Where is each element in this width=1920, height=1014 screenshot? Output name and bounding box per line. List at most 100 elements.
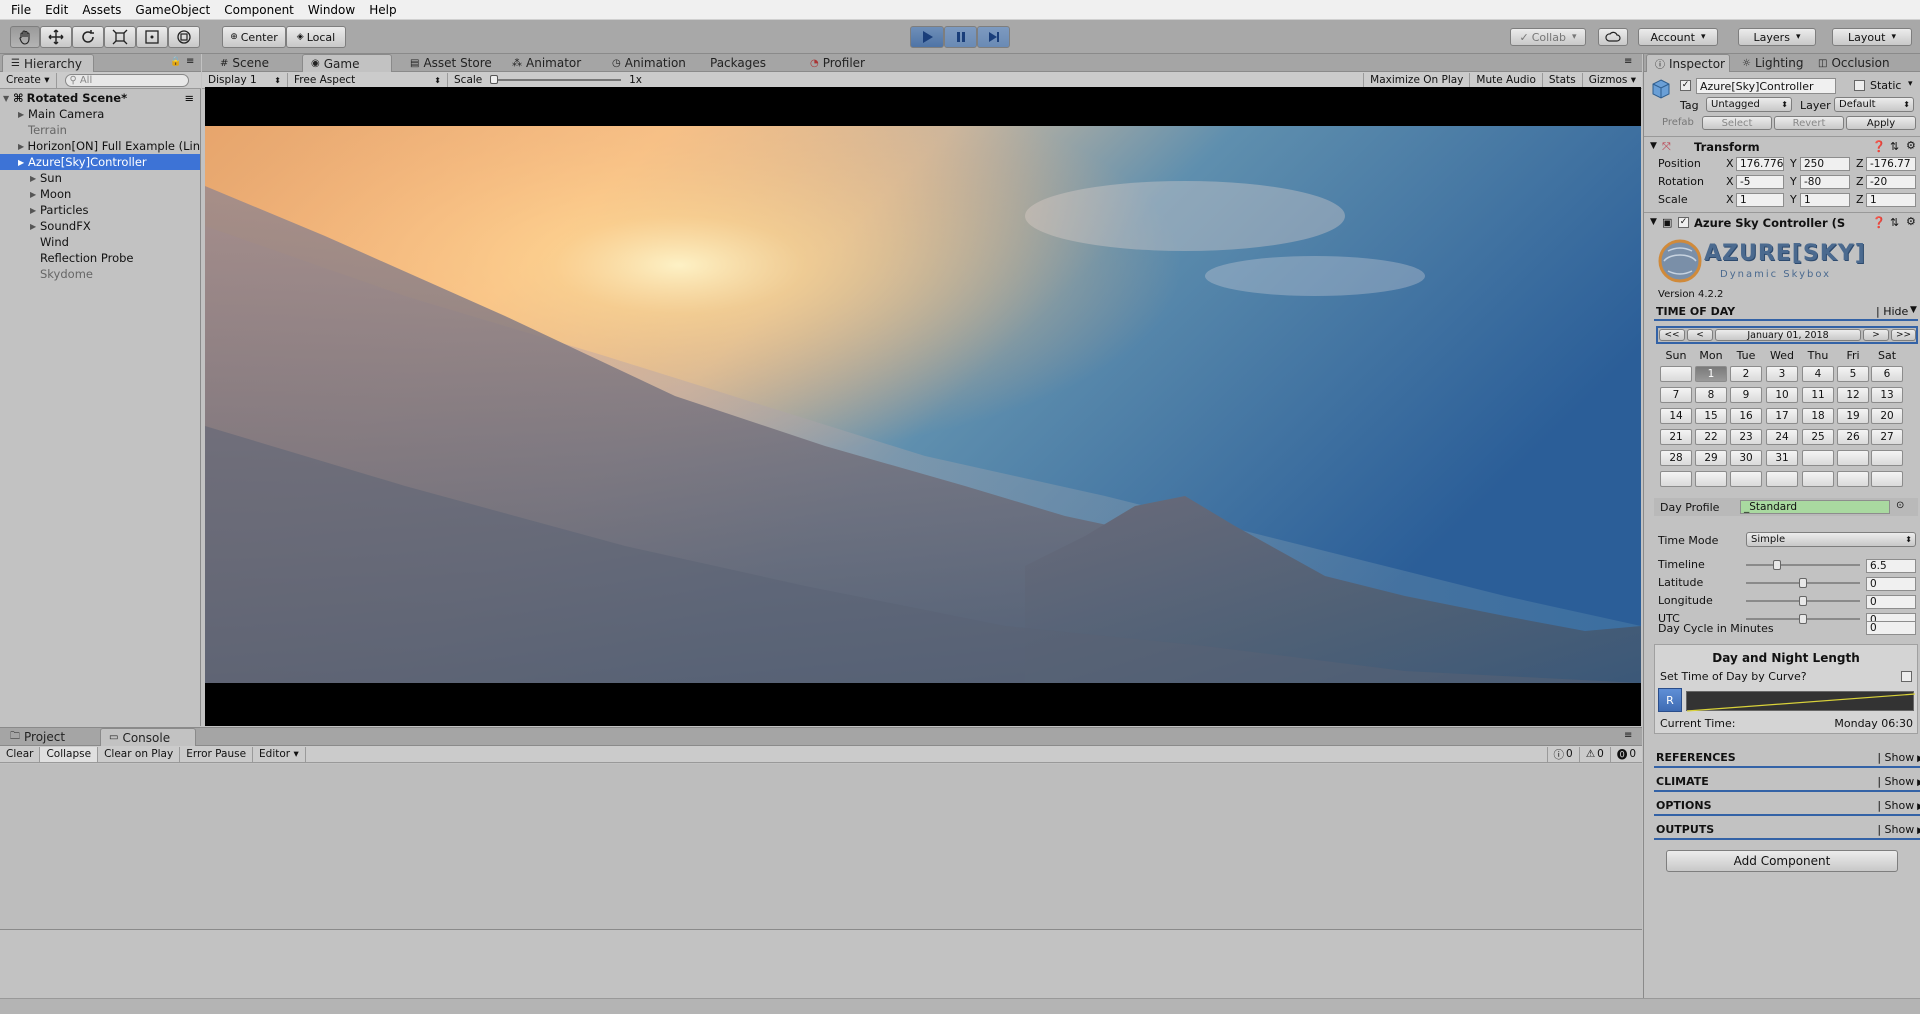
hierarchy-search-input[interactable]: ⚲ All xyxy=(64,73,189,87)
slider-knob[interactable] xyxy=(1772,560,1781,570)
calendar-day-button[interactable]: 29 xyxy=(1695,450,1727,466)
calendar-day-button[interactable] xyxy=(1837,450,1869,466)
calendar-day-button[interactable]: 6 xyxy=(1871,366,1903,382)
pivot-local-button[interactable]: ◈ Local xyxy=(286,26,346,48)
section-header-climate[interactable]: CLIMATE | Show ▶ xyxy=(1654,772,1920,792)
account-dropdown[interactable]: Account xyxy=(1638,28,1718,46)
active-checkbox[interactable]: ✓ xyxy=(1680,80,1691,91)
scale-y-field[interactable]: 1 xyxy=(1800,193,1850,207)
layer-dropdown[interactable]: Default ⬍ xyxy=(1834,97,1914,112)
hierarchy-item[interactable]: ▶ Moon xyxy=(0,186,200,202)
calendar-day-button[interactable]: 25 xyxy=(1802,429,1834,445)
tab-project[interactable]: 🗀 Project xyxy=(2,728,98,746)
section-header-options[interactable]: OPTIONS | Show ▶ xyxy=(1654,796,1920,816)
hierarchy-item[interactable]: ▶ Sun xyxy=(0,170,200,186)
expand-arrow-icon[interactable]: ▼ xyxy=(3,94,13,103)
calendar-day-button[interactable]: 2 xyxy=(1730,366,1762,382)
menu-assets[interactable]: Assets xyxy=(75,3,128,17)
curve-checkbox[interactable] xyxy=(1901,671,1912,682)
tab-packages[interactable]: Packages xyxy=(702,54,774,72)
calendar-day-button[interactable]: 23 xyxy=(1730,429,1762,445)
slider-value-field[interactable]: 6.5 xyxy=(1866,559,1916,573)
console-panel-menu-icon[interactable]: ≡ xyxy=(1624,730,1632,741)
preset-icon[interactable]: ⇅ xyxy=(1890,216,1899,229)
calendar-day-button[interactable]: 7 xyxy=(1660,387,1692,403)
help-icon[interactable]: ❓ xyxy=(1872,140,1886,153)
component-enabled-checkbox[interactable]: ✓ xyxy=(1678,217,1689,228)
calendar-day-button[interactable]: 12 xyxy=(1837,387,1869,403)
slider-value-field[interactable]: 0 xyxy=(1866,595,1916,609)
calendar-day-button[interactable]: 18 xyxy=(1802,408,1834,424)
scale-slider[interactable] xyxy=(490,75,622,84)
editor-dropdown[interactable]: Editor ▾ xyxy=(253,746,306,762)
calendar-day-button[interactable] xyxy=(1802,450,1834,466)
step-button[interactable] xyxy=(977,26,1010,48)
prefab-select-button[interactable]: Select xyxy=(1702,116,1772,130)
calendar-day-button[interactable] xyxy=(1660,366,1692,382)
display-dropdown[interactable]: Display 1 ⬍ xyxy=(202,72,288,88)
calendar-day-button[interactable]: 3 xyxy=(1766,366,1798,382)
calendar-day-button[interactable]: 4 xyxy=(1802,366,1834,382)
calendar-day-button[interactable]: 16 xyxy=(1730,408,1762,424)
section-header-outputs[interactable]: OUTPUTS | Show ▶ xyxy=(1654,820,1920,840)
rect-tool-button[interactable] xyxy=(136,26,168,48)
scene-row[interactable]: ▼ ⌘ Rotated Scene* ≡ xyxy=(0,90,200,106)
section-header-references[interactable]: REFERENCES | Show ▶ xyxy=(1654,748,1920,768)
tab-game[interactable]: ◉ Game xyxy=(302,54,392,72)
calendar-day-button[interactable] xyxy=(1802,471,1834,487)
calendar-day-button[interactable]: 21 xyxy=(1660,429,1692,445)
calendar-day-button[interactable] xyxy=(1766,471,1798,487)
expand-arrow-icon[interactable]: ▶ xyxy=(30,190,40,199)
tab-lighting[interactable]: ☼ Lighting xyxy=(1734,54,1811,72)
console-detail-area[interactable] xyxy=(0,930,1642,998)
time-mode-dropdown[interactable]: Simple ⬍ xyxy=(1746,532,1916,547)
warning-filter-toggle[interactable]: ⚠ 0 xyxy=(1580,746,1611,762)
gear-icon[interactable]: ⚙ xyxy=(1906,139,1916,152)
calendar-day-button[interactable] xyxy=(1871,471,1903,487)
slider-knob[interactable] xyxy=(1799,614,1807,624)
hierarchy-item[interactable]: Reflection Probe xyxy=(0,250,200,266)
hierarchy-item[interactable]: ▶ Particles xyxy=(0,202,200,218)
calendar-day-button[interactable]: 1 xyxy=(1695,366,1727,382)
time-curve-field[interactable] xyxy=(1686,691,1916,712)
help-icon[interactable]: ❓ xyxy=(1872,216,1886,229)
position-z-field[interactable]: -176.77 xyxy=(1866,157,1916,171)
hierarchy-item[interactable]: ▶ Main Camera xyxy=(0,106,200,122)
collapse-toggle[interactable]: Collapse xyxy=(40,746,99,762)
calendar-day-button[interactable]: 14 xyxy=(1660,408,1692,424)
position-x-field[interactable]: 176.776 xyxy=(1736,157,1784,171)
tab-scene[interactable]: # Scene xyxy=(212,54,277,72)
static-checkbox[interactable] xyxy=(1854,80,1865,91)
menu-gameobject[interactable]: GameObject xyxy=(128,3,217,17)
object-name-field[interactable]: Azure[Sky]Controller xyxy=(1696,78,1836,94)
game-view[interactable] xyxy=(205,87,1641,726)
pause-button[interactable] xyxy=(944,26,977,48)
pivot-center-button[interactable]: ⊕ Center xyxy=(222,26,286,48)
scale-z-field[interactable]: 1 xyxy=(1866,193,1916,207)
stats-toggle[interactable]: Stats xyxy=(1543,72,1583,88)
panel-menu-icon[interactable]: ≡ xyxy=(186,56,194,67)
slider-track[interactable] xyxy=(1746,564,1860,566)
prefab-apply-button[interactable]: Apply xyxy=(1846,116,1916,130)
info-filter-toggle[interactable]: ⓘ 0 xyxy=(1546,746,1580,762)
expand-arrow-icon[interactable]: ▶ xyxy=(18,110,28,119)
menu-component[interactable]: Component xyxy=(217,3,301,17)
prefab-revert-button[interactable]: Revert xyxy=(1774,116,1844,130)
calendar-day-button[interactable] xyxy=(1730,471,1762,487)
center-panel-menu-icon[interactable]: ≡ xyxy=(1624,56,1632,67)
slider-value-field[interactable]: 0 xyxy=(1866,577,1916,591)
move-tool-button[interactable] xyxy=(40,26,72,48)
hierarchy-item[interactable]: ▶ SoundFX xyxy=(0,218,200,234)
reset-curve-button[interactable]: R xyxy=(1658,688,1682,712)
last-month-button[interactable]: >> xyxy=(1891,329,1916,341)
menu-file[interactable]: File xyxy=(4,3,38,17)
slider-knob[interactable] xyxy=(1799,596,1807,606)
section-show-label[interactable]: | Show xyxy=(1877,799,1914,812)
calendar-day-button[interactable]: 24 xyxy=(1766,429,1798,445)
scale-tool-button[interactable] xyxy=(104,26,136,48)
hierarchy-item[interactable]: ▶ Azure[Sky]Controller xyxy=(0,154,200,170)
hierarchy-item[interactable]: Skydome xyxy=(0,266,200,282)
calendar-day-button[interactable]: 27 xyxy=(1871,429,1903,445)
tab-profiler[interactable]: ◔ Profiler xyxy=(802,54,873,72)
menu-window[interactable]: Window xyxy=(301,3,362,17)
